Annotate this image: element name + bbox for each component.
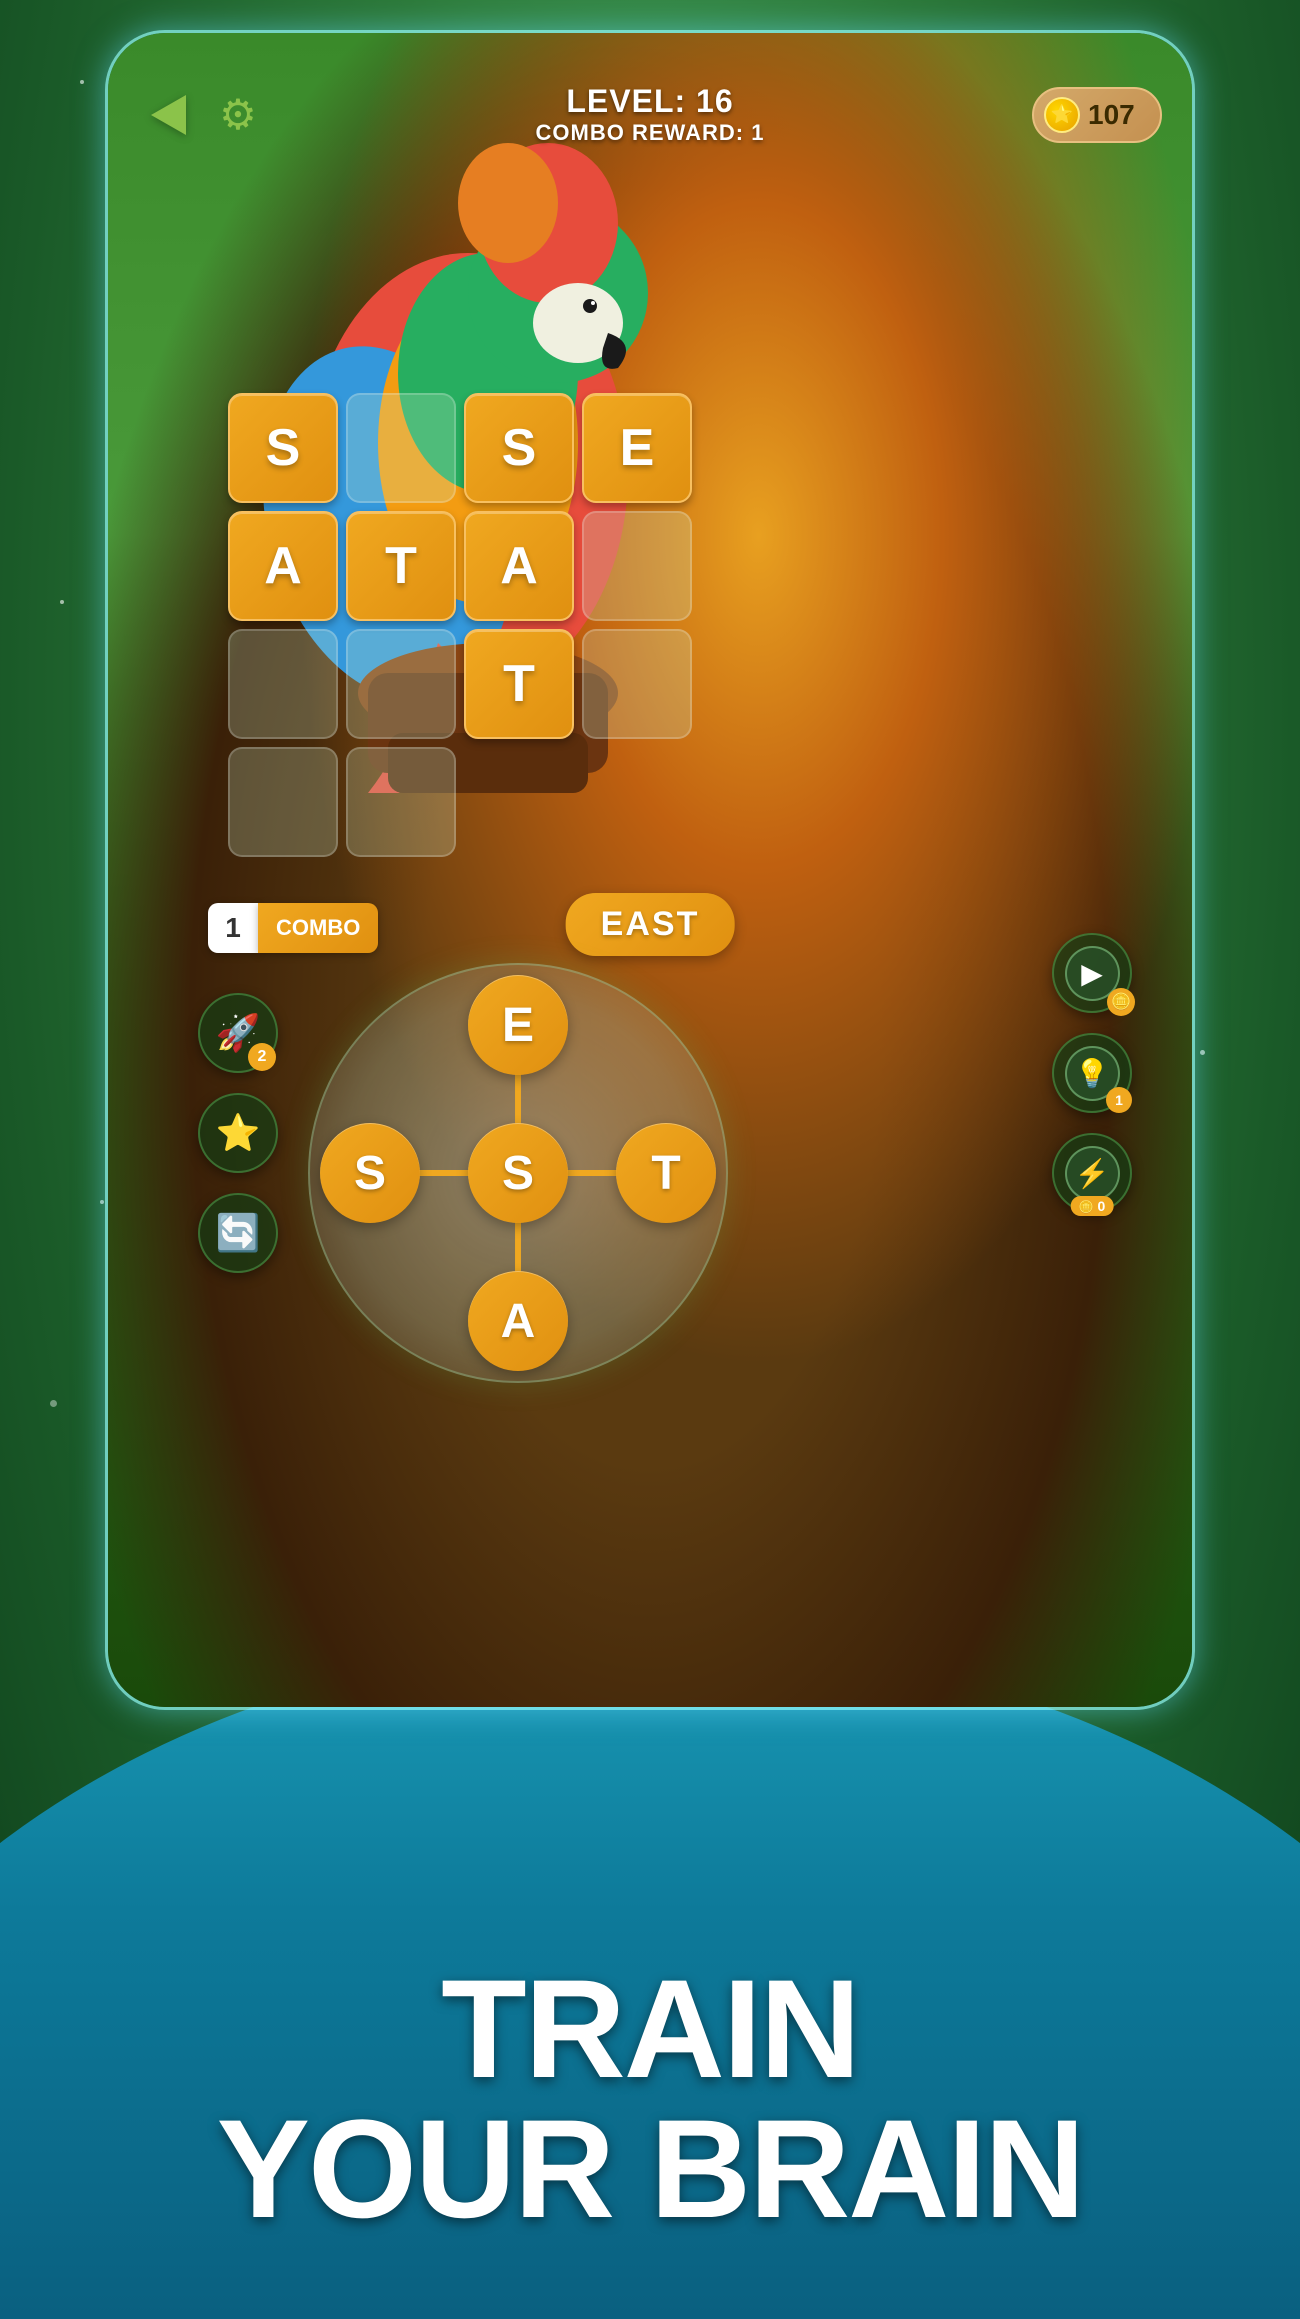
- tile-e1: E: [582, 393, 692, 503]
- back-button[interactable]: [138, 85, 198, 145]
- phone-frame: ⚙ LEVEL: 16 COMBO REWARD: 1 ⭐ 107 S S E …: [105, 30, 1195, 1710]
- parrot-background: [108, 33, 1192, 1707]
- right-buttons: ▶ 🪙 💡 1 ⚡ 🪙 0: [1052, 933, 1132, 1213]
- header: ⚙ LEVEL: 16 COMBO REWARD: 1 ⭐ 107: [108, 83, 1192, 146]
- wheel-circle: E A S T S: [308, 963, 728, 1383]
- tagline-line1: TRAIN: [0, 1959, 1300, 2099]
- video-coin-icon: 🪙: [1107, 988, 1135, 1016]
- refresh-button[interactable]: 🔄: [198, 1193, 278, 1273]
- letter-wheel[interactable]: E A S T S: [308, 963, 728, 1383]
- hint-badge: 1: [1106, 1087, 1132, 1113]
- combo-number: 1: [208, 903, 258, 953]
- level-label: LEVEL: 16: [268, 83, 1032, 120]
- tile-empty-7: [346, 747, 456, 857]
- tile-empty-3: [228, 629, 338, 739]
- star-icon: ⭐: [216, 1112, 261, 1154]
- tile-a2: A: [464, 511, 574, 621]
- coin-count: 107: [1088, 99, 1135, 131]
- tile-empty-4: [346, 629, 456, 739]
- hint-icon: 💡: [1075, 1057, 1110, 1090]
- hint-button[interactable]: 💡 1: [1052, 1033, 1132, 1113]
- combo-badge: 1 COMBO: [208, 903, 378, 953]
- tagline-line2: YOUR BRAIN: [0, 2099, 1300, 2239]
- tile-empty-1: [346, 393, 456, 503]
- lightning-icon: ⚡: [1075, 1157, 1110, 1190]
- tile-empty-2: [582, 511, 692, 621]
- gear-icon: ⚙: [219, 90, 257, 139]
- lightning-button[interactable]: ⚡ 🪙 0: [1052, 1133, 1132, 1213]
- tile-t2: T: [464, 629, 574, 739]
- word-display: EAST: [566, 893, 735, 956]
- current-word: EAST: [601, 905, 700, 943]
- tile-a1: A: [228, 511, 338, 621]
- left-buttons: 🚀 2 ⭐ 🔄: [198, 993, 278, 1273]
- lightning-coin: 🪙: [1079, 1200, 1094, 1214]
- rocket-badge: 2: [248, 1043, 276, 1071]
- coins-display: ⭐ 107: [1032, 87, 1162, 143]
- header-center: LEVEL: 16 COMBO REWARD: 1: [268, 83, 1032, 146]
- wheel-letter-e[interactable]: E: [468, 975, 568, 1075]
- tagline: TRAIN YOUR BRAIN: [0, 1959, 1300, 2239]
- wheel-letter-t[interactable]: T: [616, 1123, 716, 1223]
- wheel-letter-center-s[interactable]: S: [468, 1123, 568, 1223]
- settings-button[interactable]: ⚙: [208, 85, 268, 145]
- combo-label: COMBO: [258, 903, 378, 953]
- rocket-button[interactable]: 🚀 2: [198, 993, 278, 1073]
- video-icon: ▶: [1081, 957, 1103, 990]
- lightning-badge: 🪙 0: [1071, 1196, 1114, 1216]
- combo-reward-label: COMBO REWARD: 1: [268, 120, 1032, 146]
- tile-s1: S: [228, 393, 338, 503]
- lightning-btn-inner: ⚡: [1065, 1146, 1120, 1201]
- tile-empty-5: [582, 629, 692, 739]
- wheel-letter-a[interactable]: A: [468, 1271, 568, 1371]
- wheel-letter-s[interactable]: S: [320, 1123, 420, 1223]
- tile-s2: S: [464, 393, 574, 503]
- tile-t1: T: [346, 511, 456, 621]
- coin-icon: ⭐: [1044, 97, 1080, 133]
- video-button[interactable]: ▶ 🪙: [1052, 933, 1132, 1013]
- refresh-icon: 🔄: [216, 1212, 261, 1254]
- tile-empty-6: [228, 747, 338, 857]
- word-grid: S S E A T A T: [228, 393, 692, 857]
- back-icon: [151, 95, 186, 135]
- star-button[interactable]: ⭐: [198, 1093, 278, 1173]
